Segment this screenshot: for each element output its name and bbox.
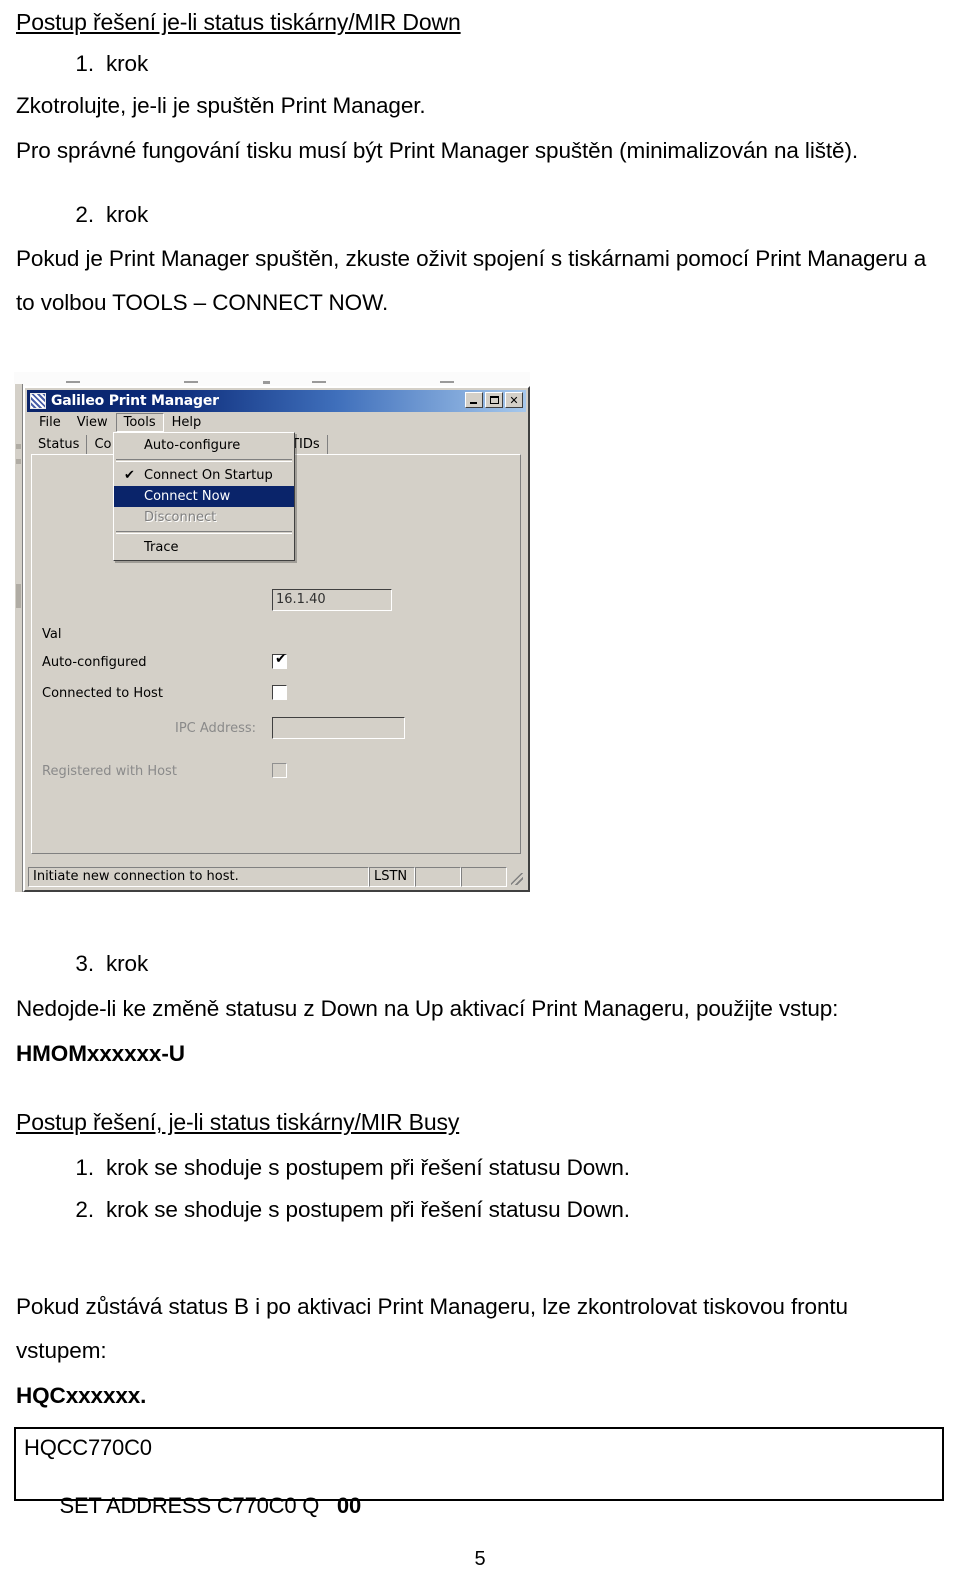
paragraph-entry: vstupem: — [16, 1338, 107, 1363]
list-number: 3. — [75, 951, 94, 976]
window-controls: ✕ — [465, 392, 523, 408]
menu-separator — [116, 459, 292, 462]
tools-dropdown-menu[interactable]: Auto-configure ✔ Connect On Startup Conn… — [113, 432, 295, 561]
status-cell-2 — [415, 867, 461, 887]
terminal-line-2-bold: 00 — [336, 1493, 361, 1518]
list-number: 2. — [75, 1197, 94, 1222]
document-page: Postup řešení je-li status tiskárny/MIR … — [0, 0, 960, 1594]
app-icon — [30, 393, 46, 409]
list-label: krok — [106, 51, 149, 76]
paragraph-status-b-remains: Pokud zůstává status B i po aktivaci Pri… — [16, 1294, 848, 1319]
registered-with-host-label: Registered with Host — [42, 764, 177, 779]
section-heading-busy: Postup řešení, je-li status tiskárny/MIR… — [16, 1109, 460, 1135]
list-number: 2. — [75, 202, 94, 227]
window-title: Galileo Print Manager — [51, 393, 219, 409]
terminal-line-2-plain: SET ADDRESS C770C0 Q — [59, 1493, 337, 1518]
menu-item-disconnect: Disconnect — [144, 510, 217, 525]
check-icon: ✔ — [124, 468, 135, 483]
status-message: Initiate new connection to host. — [28, 867, 369, 887]
minimize-icon — [470, 402, 477, 404]
ipc-address-label: IPC Address: — [175, 721, 257, 736]
paragraph-revive-connection: Pokud je Print Manager spuštěn, zkuste o… — [16, 246, 927, 271]
menu-item-auto-configure[interactable]: Auto-configure — [114, 435, 294, 456]
menubar: File View Tools Help — [27, 412, 526, 432]
host-address-value: 16.1.40 — [272, 589, 392, 611]
menu-item-connect-now[interactable]: Connect Now — [114, 486, 294, 507]
registered-with-host-checkbox[interactable] — [272, 763, 287, 778]
page-number: 5 — [474, 1548, 486, 1570]
list-number: 1. — [75, 1155, 94, 1180]
background-window-sliver — [14, 384, 23, 892]
menu-separator — [116, 531, 292, 534]
minimize-button[interactable] — [465, 392, 483, 408]
code-hqc: HQCxxxxxx. — [16, 1383, 147, 1408]
window-titlebar: Galileo Print Manager ✕ — [27, 390, 526, 412]
resize-grip-icon[interactable] — [507, 867, 525, 887]
menu-view[interactable]: View — [69, 413, 116, 432]
close-button[interactable]: ✕ — [505, 392, 523, 408]
menu-item-label: Connect On Startup — [144, 468, 273, 483]
window-statusbar: Initiate new connection to host. LSTN — [28, 867, 525, 887]
menu-item-connect-on-startup[interactable]: ✔ Connect On Startup — [114, 465, 294, 486]
connected-to-host-label: Connected to Host — [42, 686, 163, 701]
paragraph-tools-connect-now: to volbou TOOLS – CONNECT NOW. — [16, 290, 389, 315]
paragraph-print-manager-requirement: Pro správné fungování tisku musí být Pri… — [16, 138, 858, 163]
auto-configured-label: Auto-configured — [42, 655, 147, 670]
menu-tools[interactable]: Tools — [115, 412, 164, 432]
menu-item-trace[interactable]: Trace — [114, 537, 294, 558]
maximize-button[interactable] — [485, 392, 503, 408]
print-manager-screenshot-figure: Galileo Print Manager ✕ File View Tools … — [14, 372, 530, 892]
list-label: krok — [106, 951, 149, 976]
list-text: krok se shoduje s postupem při řešení st… — [106, 1197, 630, 1222]
tab-status[interactable]: Status — [31, 435, 88, 455]
checkmark-icon: ✔ — [275, 651, 287, 667]
section-heading-down: Postup řešení je-li status tiskárny/MIR … — [16, 9, 461, 35]
status-cell-lstn: LSTN — [369, 867, 415, 887]
list-label: krok — [106, 202, 149, 227]
ipc-address-input[interactable] — [272, 717, 405, 739]
terminal-line-2: SET ADDRESS C770C0 Q 00 — [24, 1467, 361, 1545]
list-text: krok se shoduje s postupem při řešení st… — [106, 1155, 630, 1180]
code-hmom: HMOMxxxxxx-U — [16, 1041, 185, 1066]
galileo-print-manager-window[interactable]: Galileo Print Manager ✕ File View Tools … — [23, 386, 530, 892]
menu-file[interactable]: File — [31, 413, 69, 432]
status-cell-3 — [461, 867, 507, 887]
value-column-label: Val — [42, 627, 62, 642]
paragraph-check-print-manager: Zkotrolujte, je-li je spuštěn Print Mana… — [16, 93, 426, 118]
close-icon: ✕ — [509, 393, 519, 407]
menu-help[interactable]: Help — [164, 413, 210, 432]
terminal-line-1: HQCC770C0 — [24, 1435, 152, 1460]
list-number: 1. — [75, 51, 94, 76]
maximize-icon — [489, 396, 499, 404]
connected-to-host-checkbox[interactable] — [272, 685, 287, 700]
paragraph-status-not-changed: Nedojde-li ke změně statusu z Down na Up… — [16, 996, 839, 1021]
auto-configured-checkbox[interactable]: ✔ — [272, 651, 287, 669]
terminal-output-box: HQCC770C0 SET ADDRESS C770C0 Q 00 — [14, 1427, 944, 1518]
